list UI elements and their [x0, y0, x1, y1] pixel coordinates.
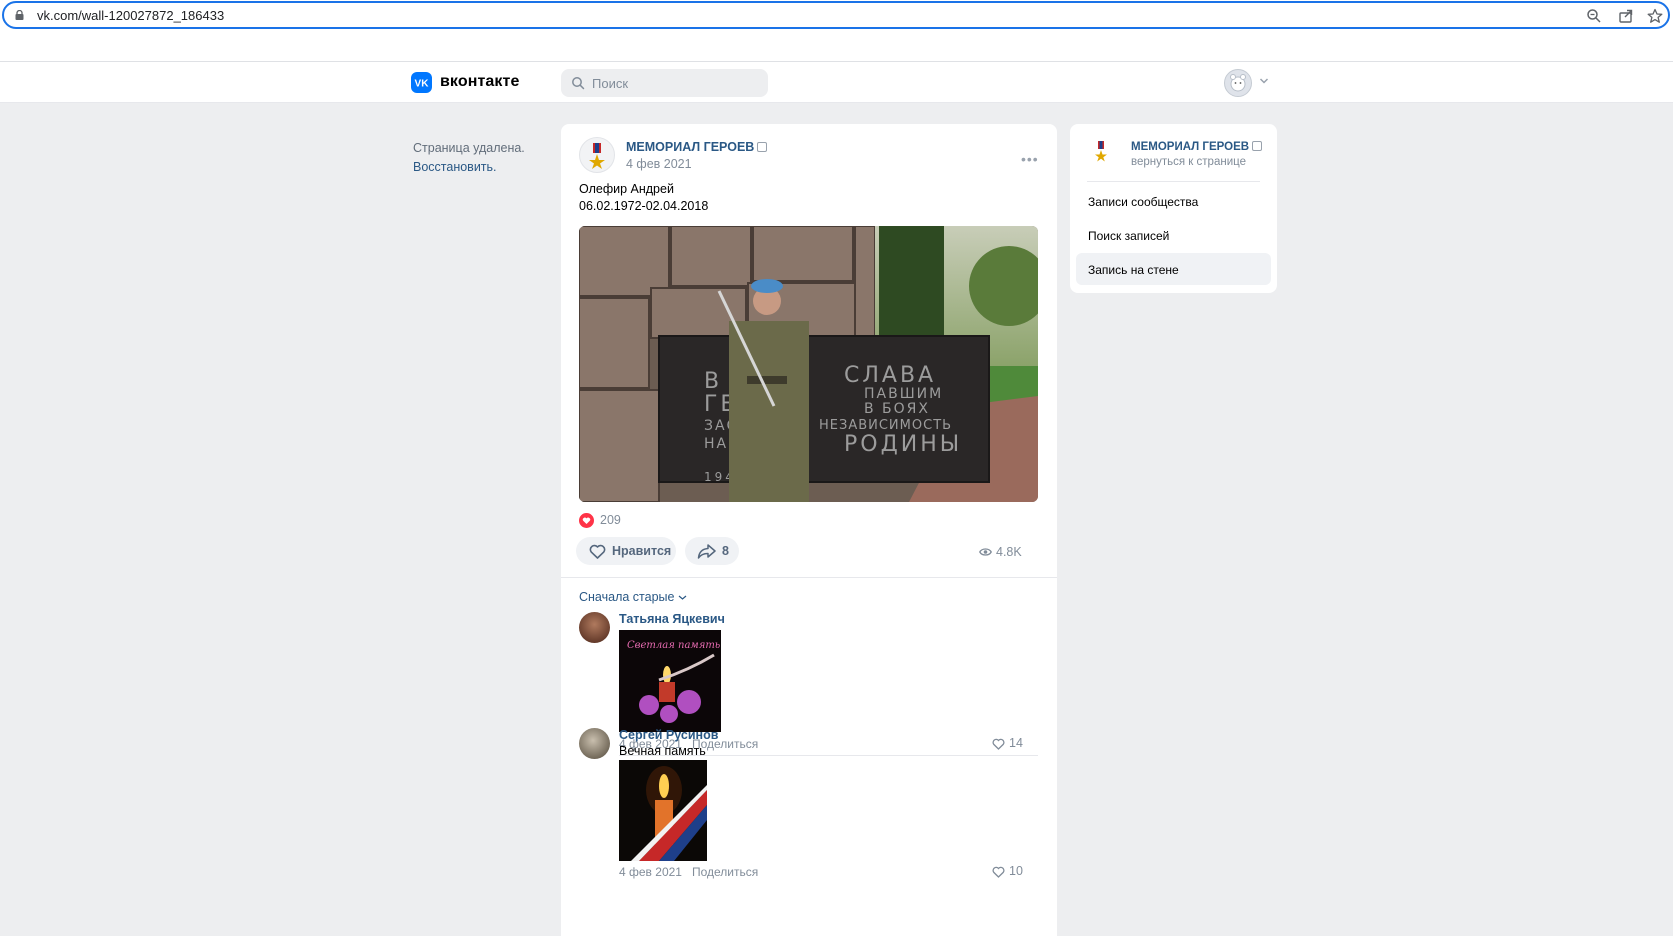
comment-author[interactable]: Татьяна Яцкевич	[619, 612, 725, 626]
comment-image[interactable]: Светлая память....	[619, 630, 733, 732]
bookmark-star-icon[interactable]	[1647, 8, 1663, 24]
address-bar[interactable]: vk.com/wall-120027872_186433	[2, 1, 1670, 29]
comment-image[interactable]	[619, 760, 707, 861]
comment-avatar[interactable]	[579, 612, 610, 643]
post-text: Олефир Андрей 06.02.1972-02.04.2018	[579, 181, 708, 215]
right-menu: МЕМОРИАЛ ГЕРОЕВ вернуться к странице Зап…	[1070, 124, 1277, 293]
vk-logo-icon[interactable]: VK	[411, 72, 432, 93]
photo-inscription: В	[704, 369, 722, 394]
divider	[561, 577, 1057, 578]
post-photo[interactable]: В ГЕН 1941 СЛАВА РОДИНЫ ЗАСВ НАШ ПАВШИМ …	[579, 226, 1038, 502]
views-counter: 4.8K	[979, 545, 1022, 559]
photo-inscription: РОДИНЫ	[844, 432, 962, 457]
group-avatar[interactable]	[1088, 139, 1114, 165]
svg-text:VK: VK	[415, 79, 430, 90]
post-text-line: 06.02.1972-02.04.2018	[579, 199, 709, 213]
search-input[interactable]: Поиск	[561, 69, 768, 97]
lock-icon	[15, 10, 24, 20]
browser-chrome: vk.com/wall-120027872_186433	[0, 0, 1673, 62]
views-count: 4.8K	[996, 545, 1022, 559]
chevron-down-icon[interactable]	[1259, 77, 1269, 85]
heart-outline-icon	[589, 544, 606, 559]
comment-share-link[interactable]: Поделиться	[692, 865, 758, 879]
vk-header: VK вконтакте Поиск	[0, 62, 1673, 103]
back-to-page-link[interactable]: вернуться к странице	[1131, 156, 1246, 168]
reactions-count: 209	[600, 513, 621, 527]
menu-item-search-posts[interactable]: Поиск записей	[1076, 219, 1271, 251]
eye-icon	[979, 548, 992, 556]
vk-logo-text[interactable]: вконтакте	[440, 73, 519, 91]
verified-icon	[757, 142, 768, 152]
sort-label: Сначала старые	[579, 590, 675, 604]
comment-like-count: 10	[1009, 864, 1023, 878]
share-arrow-icon	[697, 544, 716, 559]
deleted-text: Страница удалена.	[413, 141, 525, 155]
group-name-link[interactable]: МЕМОРИАЛ ГЕРОЕВ	[626, 140, 768, 154]
like-button[interactable]: Нравится	[576, 537, 676, 565]
comment-author[interactable]: Сергей Русинов	[619, 728, 718, 742]
group-name-link[interactable]: МЕМОРИАЛ ГЕРОЕВ	[1131, 141, 1263, 153]
comment-meta: 4 фев 2021 Поделиться	[619, 865, 758, 879]
search-placeholder: Поиск	[592, 76, 629, 91]
menu-item-community-posts[interactable]: Записи сообщества	[1076, 185, 1271, 217]
url-text: vk.com/wall-120027872_186433	[37, 8, 225, 23]
comment-sort-dropdown[interactable]: Сначала старые	[579, 590, 687, 604]
post-card: МЕМОРИАЛ ГЕРОЕВ 4 фев 2021 ••• Олефир Ан…	[561, 124, 1057, 936]
deleted-notice: Страница удалена. Восстановить.	[413, 139, 525, 177]
photo-inscription: СЛАВА	[844, 363, 936, 388]
comment-image-caption: Светлая память....	[627, 640, 721, 651]
user-avatar[interactable]	[1224, 69, 1252, 97]
comment-like-button[interactable]: 10	[992, 864, 1023, 878]
share-count: 8	[722, 544, 729, 558]
post-date[interactable]: 4 фев 2021	[626, 157, 692, 171]
zoom-icon[interactable]	[1586, 8, 1602, 24]
comment-text: Вечная память	[619, 744, 706, 758]
search-icon	[572, 77, 585, 90]
verified-icon	[1252, 141, 1263, 151]
more-options-icon[interactable]: •••	[1021, 151, 1039, 167]
share-button[interactable]: 8	[685, 537, 739, 565]
heart-reaction-icon	[579, 513, 594, 528]
comment-item: Сергей Русинов Вечная память 4 фев 2021 П…	[579, 728, 1038, 908]
comment-avatar[interactable]	[579, 728, 610, 759]
heart-outline-icon	[992, 866, 1005, 878]
share-page-icon[interactable]	[1618, 8, 1634, 24]
photo-inscription: ПАВШИМ	[864, 386, 943, 402]
photo-inscription: В БОЯХ	[864, 401, 930, 417]
post-text-line: Олефир Андрей	[579, 182, 674, 196]
group-avatar[interactable]	[579, 137, 615, 173]
divider	[1087, 181, 1260, 182]
comment-date[interactable]: 4 фев 2021	[619, 865, 682, 879]
like-label: Нравится	[612, 544, 672, 558]
photo-inscription: НЕЗАВИСИМОСТЬ	[819, 418, 952, 433]
menu-item-wall-post[interactable]: Запись на стене	[1076, 253, 1271, 285]
chevron-down-icon	[678, 595, 687, 600]
restore-link[interactable]: Восстановить.	[413, 158, 525, 177]
